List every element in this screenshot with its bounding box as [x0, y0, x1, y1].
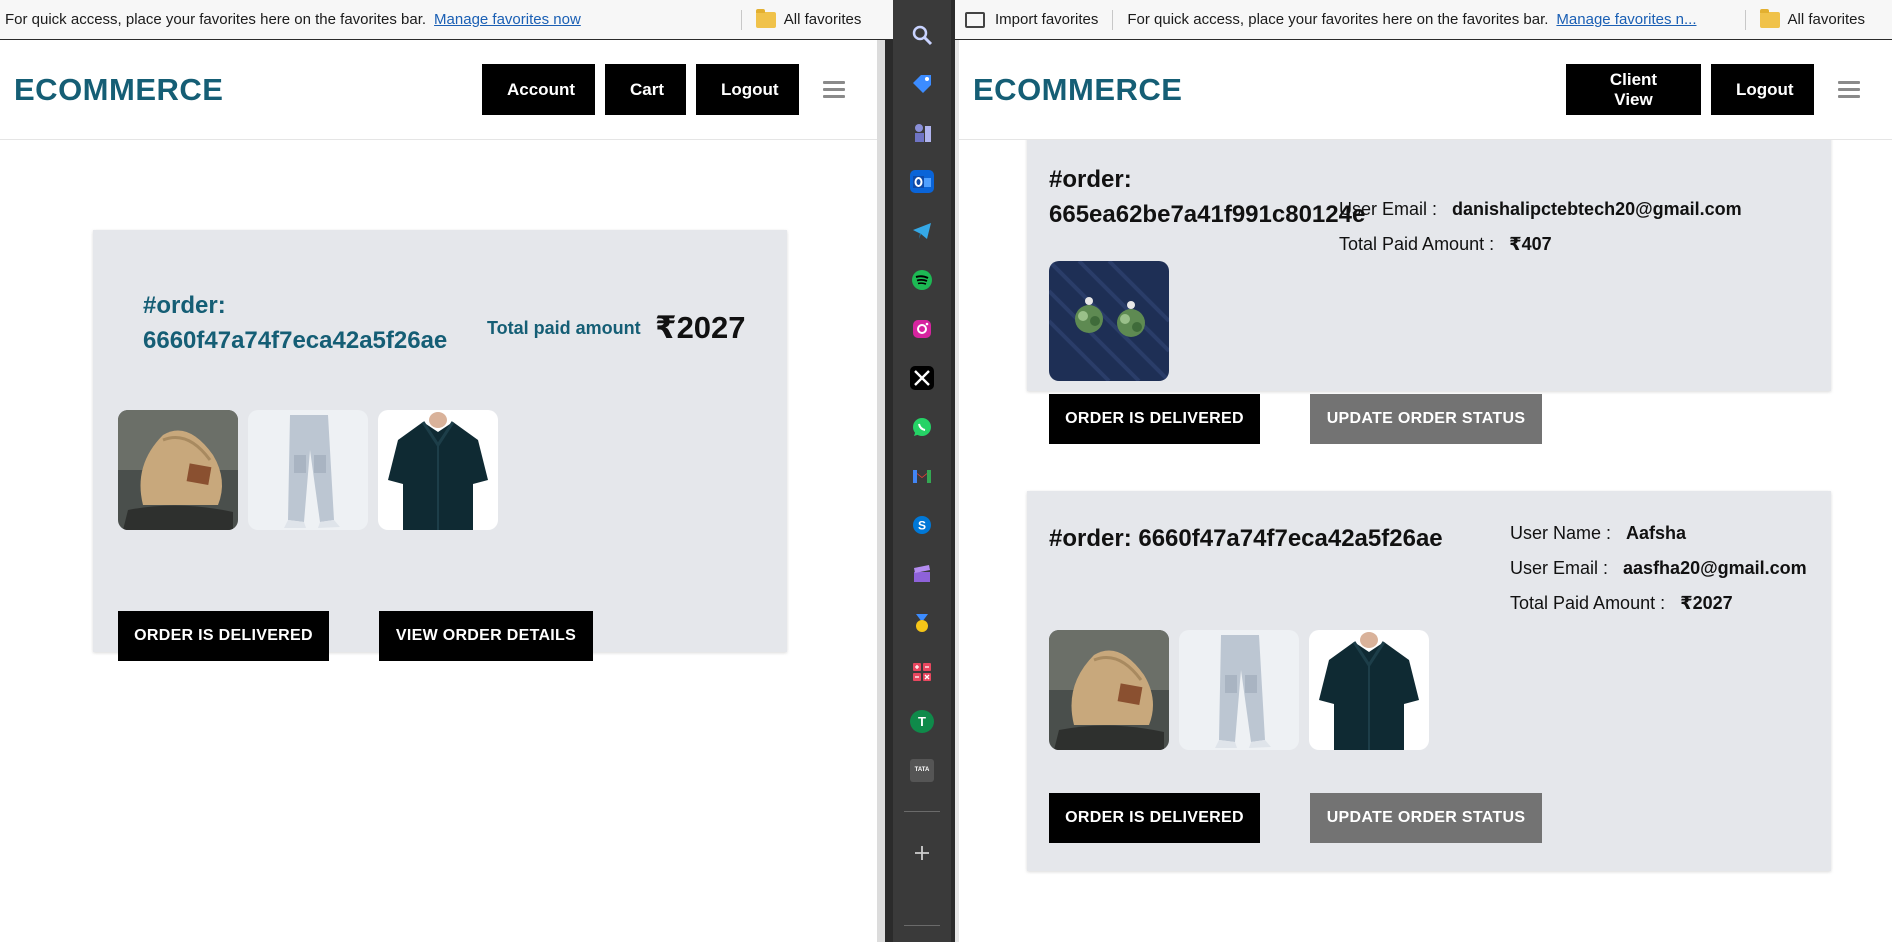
cargo-pants-image [1179, 630, 1299, 750]
folder-icon [755, 8, 776, 28]
client-view-button[interactable]: Client View [1566, 64, 1701, 115]
t-app-icon[interactable]: T [910, 709, 934, 733]
folder-icon [1759, 8, 1780, 28]
browser-sidebar: S T TATA [893, 0, 951, 942]
shirt-image [378, 410, 498, 530]
user-email-value: aasfha20@gmail.com [1623, 558, 1807, 578]
favorites-separator [1112, 9, 1114, 30]
skype-icon[interactable]: S [910, 514, 934, 537]
favorites-bar-message: For quick access, place your favorites h… [5, 11, 427, 28]
all-favorites-button[interactable]: All favorites [1788, 11, 1866, 28]
cargo-pants-image [248, 410, 368, 530]
account-button[interactable]: Account [482, 64, 595, 115]
user-name-value: Aafsha [1626, 523, 1687, 543]
clapper-icon[interactable] [910, 563, 934, 586]
user-email-row: User Email : danishalipctebtech20@gmail.… [1339, 199, 1742, 219]
cart-button[interactable]: Cart [605, 64, 686, 115]
navbar: ECOMMERCE Client View Logout [959, 40, 1892, 140]
client-view-pane: ECOMMERCE Account Cart Logout #order: 66… [0, 40, 885, 942]
admin-view-pane: ECOMMERCE Client View Logout #order: 665… [955, 40, 1892, 942]
search-icon[interactable] [910, 23, 934, 46]
total-paid-row: Total Paid Amount : ₹407 [1339, 234, 1552, 254]
update-order-status-button[interactable]: UPDATE ORDER STATUS [1310, 394, 1542, 444]
total-paid-value: ₹2027 [1680, 593, 1733, 613]
total-paid-value: ₹407 [1509, 234, 1552, 254]
total-paid-row: Total Paid Amount : ₹2027 [1510, 593, 1733, 613]
update-order-status-button[interactable]: UPDATE ORDER STATUS [1310, 793, 1542, 843]
product-thumbnail-shirt[interactable] [1309, 630, 1429, 750]
shoe-image [1049, 630, 1169, 750]
import-favorites-button[interactable]: Import favorites [995, 11, 1098, 28]
total-paid-value: ₹2027 [655, 310, 746, 345]
order-id: #order: 6660f47a74f7eca42a5f26ae [143, 292, 448, 354]
logout-button[interactable]: Logout [696, 64, 799, 115]
site-logo[interactable]: ECOMMERCE [14, 72, 223, 108]
view-order-details-button[interactable]: VIEW ORDER DETAILS [379, 611, 593, 661]
order-delivered-button[interactable]: ORDER IS DELIVERED [1049, 793, 1260, 843]
favorites-bar-right: Import favorites For quick access, place… [955, 0, 1892, 39]
order-delivered-button[interactable]: ORDER IS DELIVERED [1049, 394, 1260, 444]
menu-icon[interactable] [1838, 77, 1860, 102]
medal-icon[interactable] [910, 612, 934, 635]
tag-icon[interactable] [910, 72, 934, 95]
favorites-separator [740, 9, 742, 30]
chess-icon[interactable] [910, 121, 934, 144]
add-icon[interactable] [910, 841, 934, 864]
outlook-icon[interactable] [910, 170, 934, 194]
admin-order-card: #order: 6660f47a74f7eca42a5f26ae User Na… [1027, 491, 1831, 871]
telegram-icon[interactable] [910, 219, 934, 242]
earrings-image [1049, 261, 1169, 381]
calculator-icon[interactable] [910, 661, 934, 684]
product-thumbnail-shirt[interactable] [378, 410, 498, 530]
sidebar-divider [904, 811, 940, 812]
all-favorites-button[interactable]: All favorites [784, 11, 862, 28]
manage-favorites-link[interactable]: Manage favorites now [434, 11, 581, 28]
order-delivered-button[interactable]: ORDER IS DELIVERED [118, 611, 329, 661]
svg-text:S: S [918, 519, 926, 533]
favorites-bar-message: For quick access, place your favorites h… [1127, 11, 1549, 28]
product-thumbnails [1049, 630, 1429, 750]
import-icon [965, 11, 985, 28]
favorites-bar-left: For quick access, place your favorites h… [0, 0, 893, 39]
shirt-image [1309, 630, 1429, 750]
instagram-icon[interactable] [910, 317, 934, 340]
sidebar-divider [904, 925, 940, 926]
total-paid-label: Total paid amount [487, 318, 641, 338]
product-thumbnails [118, 410, 498, 530]
product-thumbnail-shoe[interactable] [118, 410, 238, 530]
user-name-row: User Name : Aafsha [1510, 523, 1687, 543]
x-icon[interactable] [910, 366, 934, 390]
product-thumbnail-earrings[interactable] [1049, 261, 1169, 381]
site-logo[interactable]: ECOMMERCE [973, 72, 1182, 108]
product-thumbnail-cargo-pants[interactable] [1179, 630, 1299, 750]
user-email-row: User Email : aasfha20@gmail.com [1510, 558, 1807, 578]
shoe-image [118, 410, 238, 530]
user-email-value: danishalipctebtech20@gmail.com [1452, 199, 1742, 219]
favorites-separator [1744, 9, 1746, 30]
manage-favorites-link[interactable]: Manage favorites n... [1556, 11, 1696, 28]
product-thumbnail-cargo-pants[interactable] [248, 410, 368, 530]
tata-icon[interactable]: TATA [910, 758, 934, 782]
spotify-icon[interactable] [910, 268, 934, 291]
gmail-icon[interactable] [910, 465, 934, 488]
order-id: #order: 665ea62be7a41f991c80124e [1049, 166, 1366, 228]
order-id: #order: 6660f47a74f7eca42a5f26ae [1049, 525, 1443, 552]
product-thumbnail-shoe[interactable] [1049, 630, 1169, 750]
navbar: ECOMMERCE Account Cart Logout [0, 40, 877, 140]
order-card: #order: 6660f47a74f7eca42a5f26ae Total p… [93, 230, 787, 661]
whatsapp-icon[interactable] [910, 416, 934, 439]
logout-button[interactable]: Logout [1711, 64, 1814, 115]
menu-icon[interactable] [823, 77, 845, 102]
